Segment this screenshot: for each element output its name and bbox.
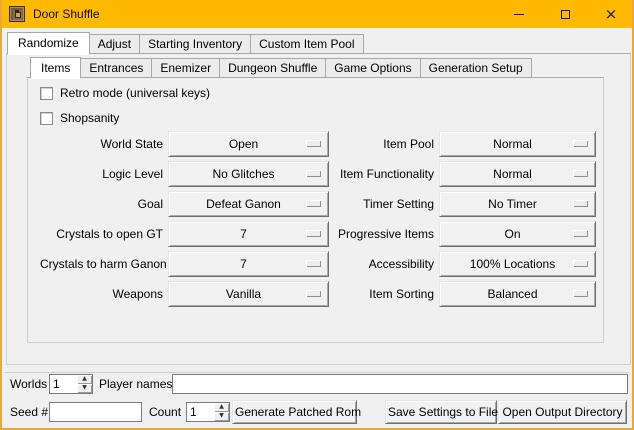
weapons-value: Vanilla <box>226 287 261 301</box>
item-functionality-dropdown[interactable]: Normal <box>439 161 596 187</box>
open-output-directory-button[interactable]: Open Output Directory <box>498 400 627 424</box>
world-state-label: World State <box>40 137 163 151</box>
spinner-up-icon[interactable]: ▲ <box>77 375 92 384</box>
retro-mode-checkbox[interactable] <box>40 87 53 100</box>
tab-adjust[interactable]: Adjust <box>89 34 140 54</box>
count-spinner: ▲ ▼ <box>214 403 229 421</box>
sub-tab-bar: Items Entrances Enemizer Dungeon Shuffle… <box>30 56 531 78</box>
progressive-items-dropdown[interactable]: On <box>439 221 596 247</box>
world-state-dropdown[interactable]: Open <box>168 131 329 157</box>
spinner-down-icon[interactable]: ▼ <box>77 384 92 393</box>
shopsanity-checkbox-row[interactable]: Shopsanity <box>40 110 119 126</box>
logic-level-label: Logic Level <box>40 167 163 181</box>
accessibility-label: Accessibility <box>334 257 434 271</box>
worlds-label: Worlds <box>10 377 47 391</box>
tab-custom-item-pool[interactable]: Custom Item Pool <box>250 34 363 54</box>
bottom-separator <box>5 372 629 373</box>
crystals-open-gt-dropdown[interactable]: 7 <box>168 221 329 247</box>
worlds-spinbox[interactable]: 1 ▲ ▼ <box>49 374 93 394</box>
close-button[interactable]: × <box>588 0 634 28</box>
item-functionality-value: Normal <box>493 167 532 181</box>
tab-entrances[interactable]: Entrances <box>80 58 152 78</box>
door-shuffle-window: Door Shuffle × Randomize Adjust Starting… <box>0 0 634 430</box>
maximize-icon <box>561 10 570 19</box>
weapons-label: Weapons <box>40 287 163 301</box>
goal-value: Defeat Ganon <box>206 197 281 211</box>
items-tab-panel: Retro mode (universal keys) Shopsanity W… <box>27 77 604 343</box>
worlds-value: 1 <box>50 375 77 393</box>
dropdown-indicator-icon <box>573 290 588 297</box>
app-icon <box>9 6 25 22</box>
tab-generation-setup[interactable]: Generation Setup <box>420 58 532 78</box>
item-functionality-label: Item Functionality <box>334 167 434 181</box>
seed-input[interactable] <box>49 402 142 422</box>
crystals-harm-ganon-value: 7 <box>240 257 247 271</box>
dropdown-indicator-icon <box>573 140 588 147</box>
count-label: Count <box>149 405 181 419</box>
logic-level-dropdown[interactable]: No Glitches <box>168 161 329 187</box>
goal-dropdown[interactable]: Defeat Ganon <box>168 191 329 217</box>
dropdown-indicator-icon <box>306 200 321 207</box>
tab-dungeon-shuffle[interactable]: Dungeon Shuffle <box>219 58 326 78</box>
retro-mode-label: Retro mode (universal keys) <box>60 86 210 100</box>
count-value: 1 <box>187 403 214 421</box>
options-grid: World State Open Item Pool Normal Logic … <box>40 129 596 309</box>
spinner-up-icon[interactable]: ▲ <box>214 403 229 412</box>
titlebar[interactable]: Door Shuffle × <box>0 0 634 28</box>
crystals-open-gt-label: Crystals to open GT <box>40 227 163 241</box>
timer-setting-value: No Timer <box>488 197 537 211</box>
dropdown-indicator-icon <box>306 170 321 177</box>
item-sorting-value: Balanced <box>487 287 537 301</box>
tab-items[interactable]: Items <box>30 57 81 79</box>
item-pool-label: Item Pool <box>334 137 434 151</box>
worlds-spinner: ▲ ▼ <box>77 375 92 393</box>
item-sorting-label: Item Sorting <box>334 287 434 301</box>
shopsanity-label: Shopsanity <box>60 111 119 125</box>
tab-randomize[interactable]: Randomize <box>7 32 90 55</box>
minimize-icon <box>514 14 524 15</box>
retro-mode-checkbox-row[interactable]: Retro mode (universal keys) <box>40 85 210 101</box>
goal-label: Goal <box>40 197 163 211</box>
logic-level-value: No Glitches <box>212 167 274 181</box>
weapons-dropdown[interactable]: Vanilla <box>168 281 329 307</box>
generate-patched-rom-button[interactable]: Generate Patched Rom <box>232 400 357 424</box>
tab-enemizer[interactable]: Enemizer <box>151 58 220 78</box>
dropdown-indicator-icon <box>306 140 321 147</box>
dropdown-indicator-icon <box>306 290 321 297</box>
player-names-input[interactable] <box>172 374 628 394</box>
crystals-harm-ganon-dropdown[interactable]: 7 <box>168 251 329 277</box>
player-names-label: Player names <box>99 377 172 391</box>
dropdown-indicator-icon <box>573 230 588 237</box>
accessibility-dropdown[interactable]: 100% Locations <box>439 251 596 277</box>
spinner-down-icon[interactable]: ▼ <box>214 412 229 421</box>
main-tab-bar: Randomize Adjust Starting Inventory Cust… <box>7 31 363 54</box>
dropdown-indicator-icon <box>306 230 321 237</box>
window-title: Door Shuffle <box>33 7 100 21</box>
item-sorting-dropdown[interactable]: Balanced <box>439 281 596 307</box>
dropdown-indicator-icon <box>573 200 588 207</box>
accessibility-value: 100% Locations <box>470 257 555 271</box>
item-pool-dropdown[interactable]: Normal <box>439 131 596 157</box>
progressive-items-label: Progressive Items <box>334 227 434 241</box>
minimize-button[interactable] <box>496 0 542 28</box>
maximize-button[interactable] <box>542 0 588 28</box>
world-state-value: Open <box>229 137 258 151</box>
timer-setting-dropdown[interactable]: No Timer <box>439 191 596 217</box>
shopsanity-checkbox[interactable] <box>40 112 53 125</box>
timer-setting-label: Timer Setting <box>334 197 434 211</box>
close-icon: × <box>605 7 618 22</box>
tab-starting-inventory[interactable]: Starting Inventory <box>139 34 251 54</box>
dropdown-indicator-icon <box>573 170 588 177</box>
caption-buttons: × <box>496 0 634 28</box>
crystals-harm-ganon-label: Crystals to harm Ganon <box>40 257 163 271</box>
dropdown-indicator-icon <box>306 260 321 267</box>
save-settings-button[interactable]: Save Settings to File <box>385 400 497 424</box>
dropdown-indicator-icon <box>573 260 588 267</box>
item-pool-value: Normal <box>493 137 532 151</box>
count-spinbox[interactable]: 1 ▲ ▼ <box>186 402 230 422</box>
crystals-open-gt-value: 7 <box>240 227 247 241</box>
tab-game-options[interactable]: Game Options <box>325 58 420 78</box>
progressive-items-value: On <box>504 227 520 241</box>
seed-label: Seed # <box>10 405 48 419</box>
